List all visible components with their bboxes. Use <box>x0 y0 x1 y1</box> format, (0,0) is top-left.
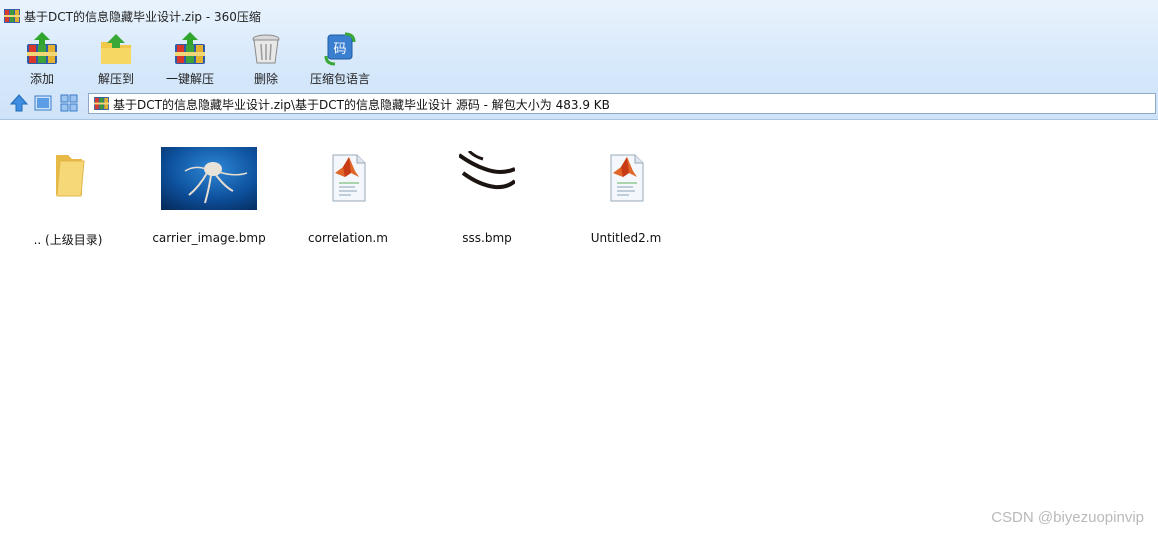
archive-language-button-label: 压缩包语言 <box>309 72 370 86</box>
file-view: .. (上级目录) carrier_image.bmp correlation.… <box>0 121 1158 536</box>
svg-text:码: 码 <box>333 42 346 57</box>
trash-icon <box>252 34 280 64</box>
file-item-parent-directory[interactable]: .. (上级目录) <box>3 131 133 247</box>
file-name: sss.bmp <box>462 231 512 245</box>
archive-language-button[interactable]: 码 压缩包语言 <box>300 30 380 86</box>
extract-to-button[interactable]: 解压到 <box>76 30 156 86</box>
file-name: correlation.m <box>308 231 388 245</box>
window-chrome: 基于DCT的信息隐藏毕业设计.zip - 360压缩 添加 解压到 一键解压 删… <box>0 0 1158 120</box>
details-view-icon[interactable] <box>60 94 78 112</box>
add-button-label: 添加 <box>29 72 54 86</box>
up-arrow-icon[interactable] <box>10 94 28 112</box>
one-click-extract-button[interactable]: 一键解压 <box>150 30 230 86</box>
file-item-carrier-image[interactable]: carrier_image.bmp <box>144 131 274 245</box>
address-path-text: 基于DCT的信息隐藏毕业设计.zip\基于DCT的信息隐藏毕业设计 源码 - 解… <box>113 98 610 112</box>
one-click-extract-icon <box>175 32 205 64</box>
app-window: 基于DCT的信息隐藏毕业设计.zip - 360压缩 添加 解压到 一键解压 删… <box>0 0 1158 536</box>
window-title: 基于DCT的信息隐藏毕业设计.zip - 360压缩 <box>24 10 261 24</box>
title-bar[interactable]: 基于DCT的信息隐藏毕业设计.zip - 360压缩 <box>0 0 1158 30</box>
file-name: .. (上级目录) <box>33 233 103 247</box>
archive-add-icon <box>27 32 57 64</box>
matlab-file-icon <box>610 154 644 202</box>
watermark: CSDN @biyezuopinvip <box>991 509 1144 526</box>
archive-path-icon <box>94 97 109 110</box>
language-code-icon: 码 <box>324 32 356 66</box>
image-thumbnail <box>459 151 515 195</box>
delete-button[interactable]: 删除 <box>226 30 306 86</box>
large-icons-view-icon[interactable] <box>34 94 52 112</box>
file-item-correlation[interactable]: correlation.m <box>283 131 413 245</box>
matlab-file-icon <box>332 154 366 202</box>
address-bar[interactable]: 基于DCT的信息隐藏毕业设计.zip\基于DCT的信息隐藏毕业设计 源码 - 解… <box>88 93 1156 114</box>
add-button[interactable]: 添加 <box>2 30 82 86</box>
file-item-sss[interactable]: sss.bmp <box>422 131 552 245</box>
file-item-untitled2[interactable]: Untitled2.m <box>561 131 691 245</box>
file-name: Untitled2.m <box>590 231 662 245</box>
file-name: carrier_image.bmp <box>152 231 266 245</box>
folder-icon <box>56 155 85 197</box>
one-click-extract-button-label: 一键解压 <box>165 72 214 86</box>
image-thumbnail <box>161 147 257 210</box>
extract-to-icon <box>101 34 131 64</box>
archive-app-icon <box>4 9 20 23</box>
navigation-bar: 基于DCT的信息隐藏毕业设计.zip\基于DCT的信息隐藏毕业设计 源码 - 解… <box>0 92 1158 116</box>
extract-to-button-label: 解压到 <box>97 72 134 86</box>
toolbar: 添加 解压到 一键解压 删除 码 压缩包语言 <box>0 30 1158 86</box>
delete-button-label: 删除 <box>253 72 278 86</box>
